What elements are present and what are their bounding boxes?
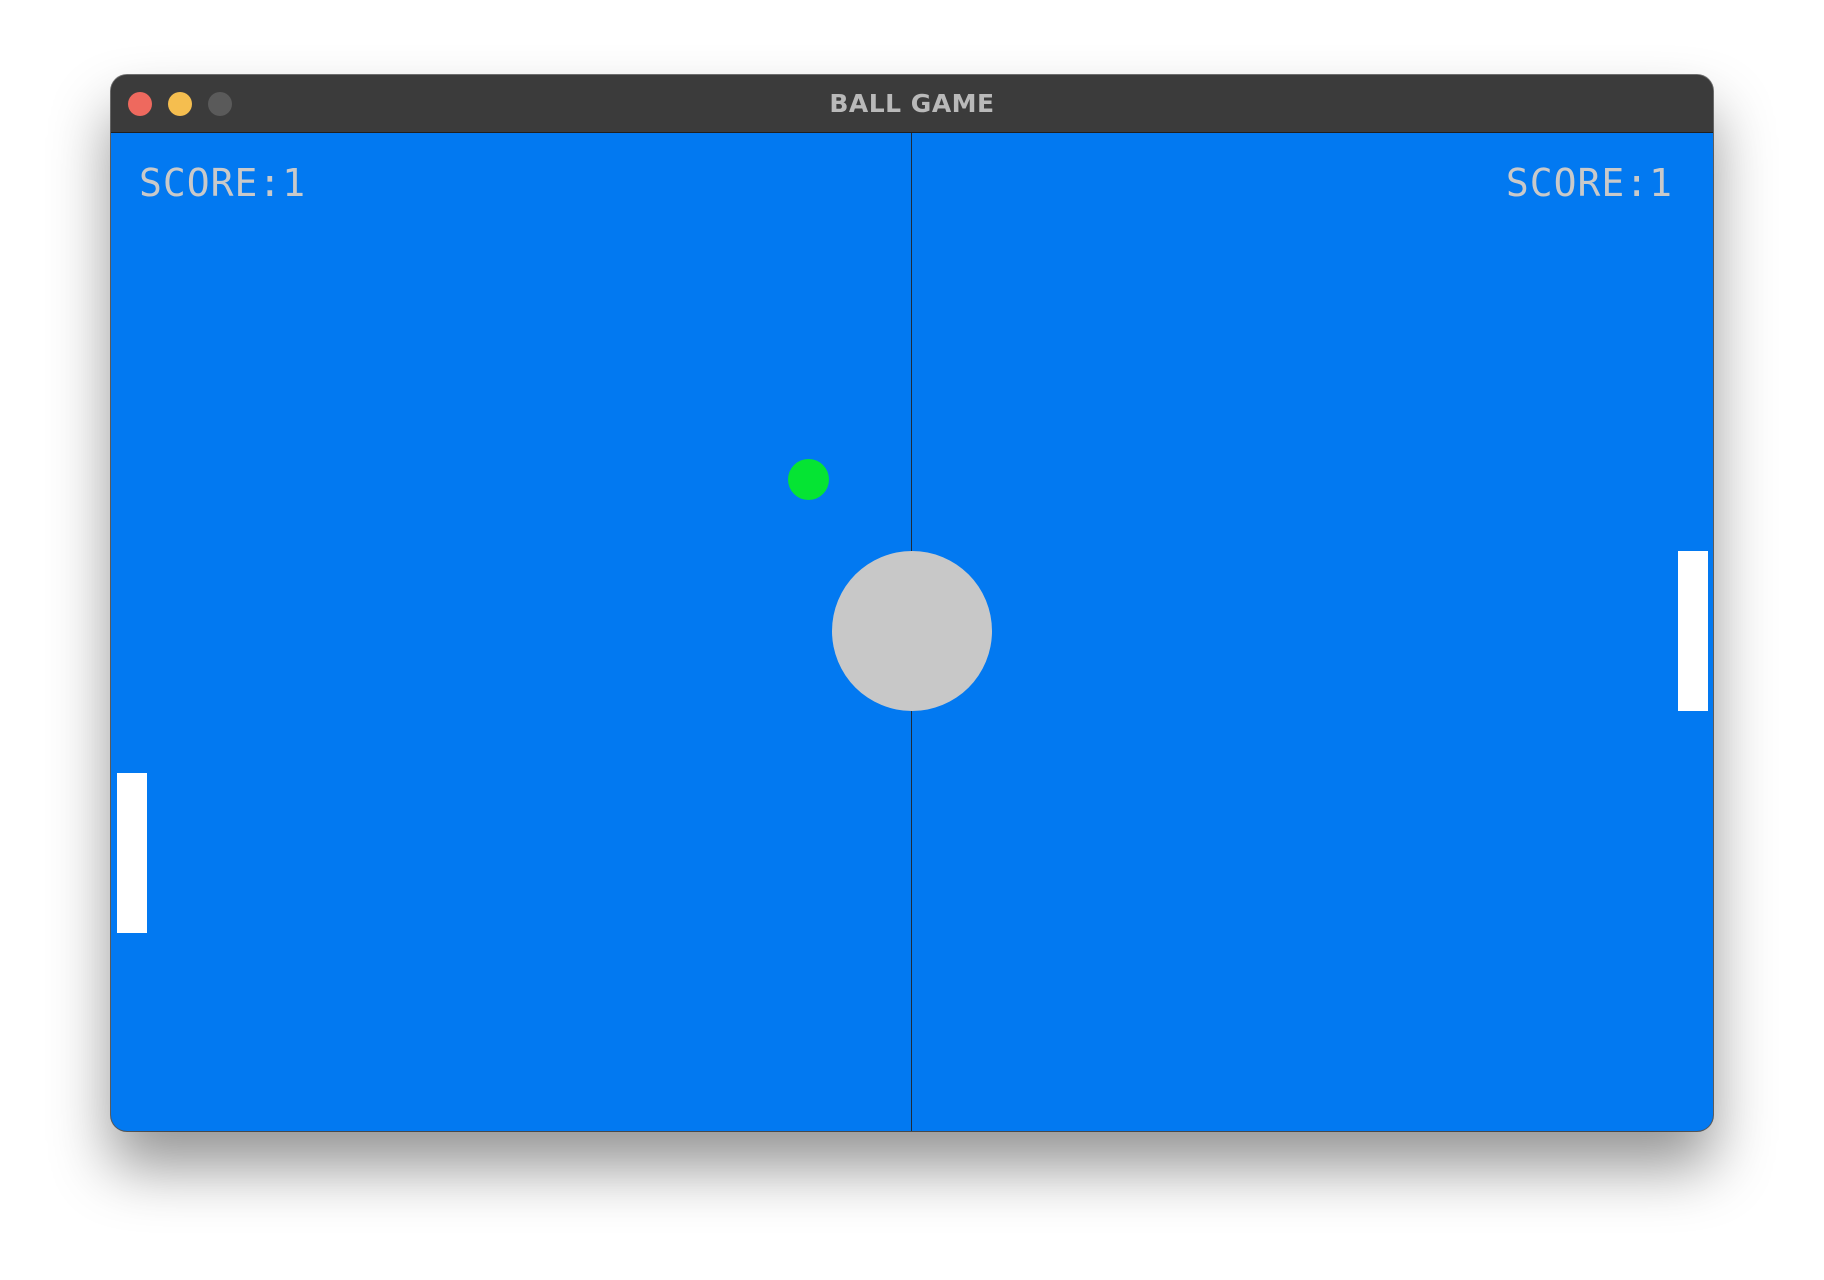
title-bar[interactable]: BALL GAME — [111, 75, 1713, 133]
game-window: BALL GAME SCORE:1 SCORE:1 — [111, 75, 1713, 1131]
left-score: SCORE:1 — [139, 161, 307, 205]
left-paddle — [117, 773, 147, 933]
ball — [788, 459, 829, 500]
right-paddle — [1678, 551, 1708, 711]
window-title: BALL GAME — [829, 89, 995, 118]
center-circle — [832, 551, 992, 711]
right-score: SCORE:1 — [1505, 161, 1673, 205]
game-field[interactable]: SCORE:1 SCORE:1 — [111, 133, 1713, 1131]
